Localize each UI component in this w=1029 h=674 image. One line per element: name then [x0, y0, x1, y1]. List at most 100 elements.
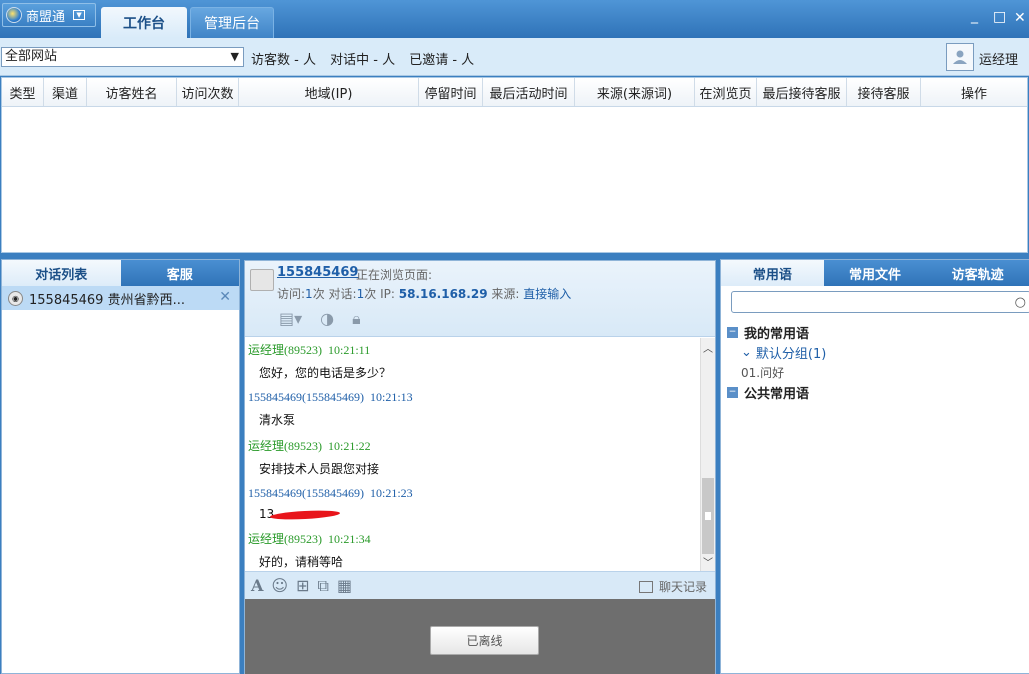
lock-icon[interactable]: 🔒︎ [352, 309, 361, 329]
message-text: 好的，请稍等哈 [259, 555, 344, 569]
minimize-icon[interactable]: _ [971, 8, 978, 24]
message-sender: 运经理(89523) [248, 532, 322, 546]
title-bar: 商盟通 ▼ 工作台 管理后台 _ □ ✕ [0, 0, 1029, 38]
avatar[interactable] [946, 43, 974, 71]
column-agent[interactable]: 接待客服 [847, 78, 921, 106]
toolbar: 全部网站 ▼ 访客数 - 人 对话中 - 人 已邀请 - 人 运经理 [0, 38, 1029, 76]
search-icon[interactable]: ○ [1015, 295, 1026, 310]
visit-unit: 次 [312, 287, 325, 301]
phrases-panel: 常用语 常用文件 访客轨迹 ○ − 我的常用语 ⌄ 默认分组(1) 01.问好 … [720, 259, 1029, 674]
column-browsing-page[interactable]: 在浏览页 [695, 78, 757, 106]
transfer-user-icon[interactable]: ◑ [320, 309, 334, 329]
tab-conversation-list[interactable]: 对话列表 [2, 260, 121, 286]
message-text: 安排技术人员跟您对接 [259, 462, 380, 476]
visitor-id-link[interactable]: 155845469 [277, 265, 358, 280]
message-text: 您好，您的电话是多少？ [259, 366, 392, 380]
chevron-down-icon: ▼ [73, 10, 86, 20]
invited-count: 已邀请 - 人 [409, 53, 475, 68]
public-phrases-label: 公共常用语 [744, 386, 810, 402]
tree-public-phrases[interactable]: − 公共常用语 [727, 382, 826, 402]
input-toolbar: A ☺ ⊞ ⧉ ▦ 聊天记录 [245, 571, 715, 599]
list-item[interactable]: ◉ 155845469 贵州省黔西... ✕ [2, 286, 239, 310]
message-time: 10:21:22 [328, 439, 371, 453]
my-phrases-label: 我的常用语 [744, 326, 810, 342]
tree-my-phrases[interactable]: − 我的常用语 [727, 322, 826, 342]
app-menu-button[interactable]: 商盟通 ▼ [2, 3, 96, 27]
column-channel[interactable]: 渠道 [44, 78, 87, 106]
message-sender: 运经理(89523) [248, 343, 322, 357]
message-time: 10:21:23 [370, 486, 413, 500]
close-icon[interactable]: ✕ [219, 289, 231, 305]
message-sender: 155845469(155845469) [248, 390, 364, 404]
app-name: 商盟通 [26, 9, 66, 25]
source-link[interactable]: 直接输入 [523, 287, 571, 301]
dialog-unit: 次 [364, 287, 377, 301]
chat-messages: 运经理(89523) 10:21:11 您好，您的电话是多少？ 15584546… [245, 338, 700, 571]
conversation-tabs: 对话列表 客服 [2, 260, 239, 286]
send-file-icon[interactable]: ⧉ [318, 576, 329, 596]
visitor-icon: ◉ [8, 290, 23, 306]
chat-message: 155845469(155845469) 10:21:23 13 [245, 486, 700, 521]
emoji-icon[interactable]: ☺ [271, 576, 288, 596]
site-select[interactable]: 全部网站 ▼ [1, 47, 244, 67]
history-icon [638, 580, 653, 593]
ip-value: 58.16.168.29 [398, 287, 488, 301]
offline-button[interactable]: 已离线 [430, 626, 539, 655]
dialog-label: 对话: [328, 287, 357, 301]
column-last-active[interactable]: 最后活动时间 [483, 78, 575, 106]
visitor-card-icon [250, 269, 274, 291]
visitor-count: 访客数 - 人 [251, 53, 316, 68]
column-stay-time[interactable]: 停留时间 [419, 78, 483, 106]
chevron-up-icon[interactable]: ︿ [703, 340, 713, 355]
site-select-value: 全部网站 [5, 49, 58, 64]
screenshot-icon[interactable]: ⊞ [296, 576, 309, 596]
column-type[interactable]: 类型 [2, 78, 44, 106]
column-region-ip[interactable]: 地域(IP) [239, 78, 419, 106]
chevron-down-icon: ⌄ [741, 344, 752, 360]
column-source[interactable]: 来源(来源词) [575, 78, 695, 106]
tab-admin[interactable]: 管理后台 [190, 7, 274, 38]
chevron-down-icon[interactable]: ﹀ [703, 554, 713, 569]
close-icon[interactable]: ✕ [1014, 10, 1026, 26]
tab-common-phrases[interactable]: 常用语 [721, 260, 824, 286]
chat-header: 155845469 正在浏览页面: 访问:1次 对话:1次 IP: 58.16.… [245, 261, 715, 337]
tab-common-files[interactable]: 常用文件 [824, 260, 927, 286]
phrase-item[interactable]: 01.问好 [727, 362, 826, 382]
collapse-icon[interactable]: − [727, 326, 738, 338]
chat-message: 运经理(89523) 10:21:11 您好，您的电话是多少？ [245, 341, 700, 381]
message-time: 10:21:11 [328, 343, 371, 357]
maximize-icon[interactable]: □ [993, 9, 1006, 25]
chat-scrollbar[interactable]: ︿ ﹀ [700, 338, 715, 571]
history-label: 聊天记录 [658, 580, 707, 594]
tree-default-group[interactable]: ⌄ 默认分组(1) [727, 342, 826, 362]
chat-message: 运经理(89523) 10:21:34 好的，请稍等哈 [245, 530, 700, 570]
collapse-icon[interactable]: − [727, 386, 738, 398]
column-visitor-name[interactable]: 访客姓名 [87, 78, 177, 106]
default-group-label: 默认分组(1) [755, 346, 827, 362]
font-icon[interactable]: A [251, 576, 263, 596]
user-icon [953, 50, 967, 64]
column-last-agent[interactable]: 最后接待客服 [757, 78, 847, 106]
column-actions[interactable]: 操作 [921, 78, 1027, 106]
tab-visitor-trail[interactable]: 访客轨迹 [926, 260, 1029, 286]
scrollbar-thumb[interactable] [702, 478, 714, 554]
user-name[interactable]: 运经理 [979, 49, 1018, 68]
tab-agents[interactable]: 客服 [121, 260, 240, 286]
table-header: 类型 渠道 访客姓名 访问次数 地域(IP) 停留时间 最后活动时间 来源(来源… [2, 78, 1027, 107]
redaction-mark [270, 508, 341, 521]
folder-icon[interactable]: ▤▾ [279, 309, 302, 329]
column-visit-count[interactable]: 访问次数 [177, 78, 239, 106]
conversation-panel: 对话列表 客服 ◉ 155845469 贵州省黔西... ✕ [1, 259, 240, 674]
tab-workbench[interactable]: 工作台 [101, 7, 187, 38]
message-sender: 运经理(89523) [248, 439, 322, 453]
phrases-tabs: 常用语 常用文件 访客轨迹 [721, 260, 1029, 286]
conversation-label: 155845469 贵州省黔西... [29, 292, 185, 308]
app-logo-icon [6, 7, 22, 23]
calculator-icon[interactable]: ▦ [337, 576, 352, 596]
chat-history-button[interactable]: 聊天记录 [638, 578, 707, 595]
chat-message: 155845469(155845469) 10:21:13 清水泵 [245, 390, 700, 428]
chat-message: 运经理(89523) 10:21:22 安排技术人员跟您对接 [245, 437, 700, 477]
phrase-search-input[interactable]: ○ [731, 291, 1029, 313]
browsing-label: 正在浏览页面: [356, 268, 433, 282]
message-time: 10:21:13 [370, 390, 413, 404]
